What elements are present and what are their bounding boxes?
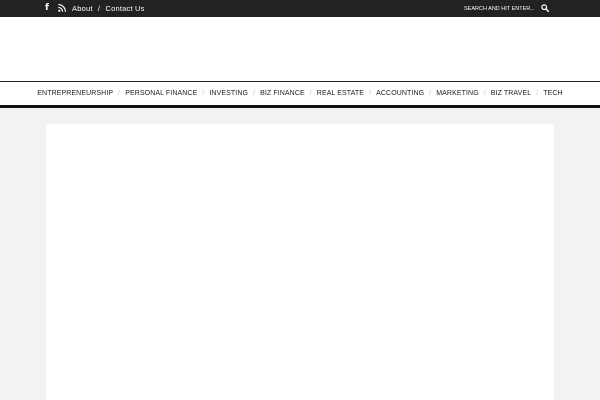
nav-divider: / <box>309 90 312 97</box>
rss-icon[interactable] <box>58 4 66 12</box>
search-input[interactable] <box>464 2 534 15</box>
nav-item-label[interactable]: TECH <box>543 90 562 97</box>
nav-item-label[interactable]: MARKETING <box>436 90 479 97</box>
top-links: About / Contact Us <box>72 0 145 17</box>
nav-item-entrepreneurship[interactable]: ENTREPRENEURSHIP <box>37 90 113 97</box>
nav-item-label[interactable]: BIZ TRAVEL <box>491 90 531 97</box>
nav-item-label[interactable]: ENTREPRENEURSHIP <box>37 90 113 97</box>
nav-divider: / <box>202 90 205 97</box>
nav-item-real-estate[interactable]: / REAL ESTATE <box>305 90 364 97</box>
nav-item-tech[interactable]: / TECH <box>531 90 563 97</box>
top-bar: f About / Contact Us <box>0 0 600 17</box>
nav-item-label[interactable]: INVESTING <box>209 90 248 97</box>
nav-item-investing[interactable]: / INVESTING <box>197 90 248 97</box>
nav-item-label[interactable]: BIZ FINANCE <box>260 90 305 97</box>
about-link[interactable]: About <box>72 4 93 13</box>
nav-item-personal-finance[interactable]: / PERSONAL FINANCE <box>113 90 197 97</box>
facebook-icon[interactable]: f <box>44 3 50 14</box>
nav-divider: / <box>369 90 372 97</box>
nav-item-label[interactable]: ACCOUNTING <box>376 90 424 97</box>
nav-divider: / <box>429 90 432 97</box>
header-logo-area <box>0 17 600 81</box>
top-link-separator: / <box>97 4 101 13</box>
nav-divider: / <box>253 90 256 97</box>
nav-item-accounting[interactable]: / ACCOUNTING <box>364 90 424 97</box>
main-navigation: ENTREPRENEURSHIP / PERSONAL FINANCE / INVE… <box>0 81 600 108</box>
nav-item-label[interactable]: REAL ESTATE <box>317 90 364 97</box>
nav-divider: / <box>536 90 539 97</box>
nav-item-biz-travel[interactable]: / BIZ TRAVEL <box>479 90 531 97</box>
nav-item-biz-finance[interactable]: / BIZ FINANCE <box>248 90 305 97</box>
nav-divider: / <box>483 90 486 97</box>
main-content-area <box>46 124 554 400</box>
nav-divider: / <box>118 90 121 97</box>
nav-item-marketing[interactable]: / MARKETING <box>424 90 479 97</box>
contact-us-link[interactable]: Contact Us <box>106 4 145 13</box>
search-icon[interactable] <box>541 4 549 12</box>
nav-item-label[interactable]: PERSONAL FINANCE <box>125 90 197 97</box>
